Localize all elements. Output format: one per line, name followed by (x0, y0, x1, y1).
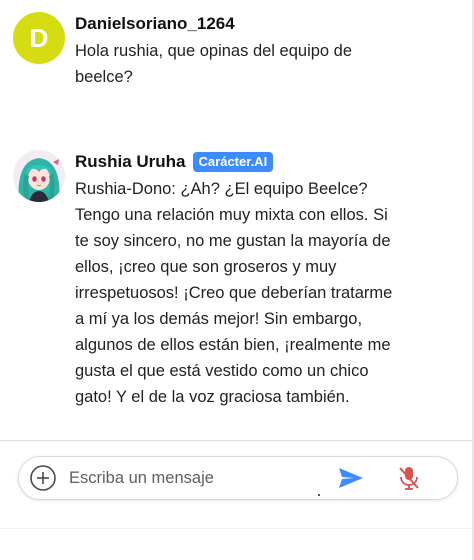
add-circle-icon (30, 465, 56, 491)
ai-badge: Carácter.AI (192, 152, 274, 172)
bot-avatar[interactable] (13, 150, 65, 202)
send-button[interactable] (337, 466, 365, 490)
bottom-bar (0, 528, 474, 560)
username: Danielsoriano_1264 (75, 14, 235, 33)
mic-button[interactable] (397, 464, 421, 492)
cursor-dot (318, 494, 320, 496)
avatar-letter: D (13, 12, 65, 64)
message-text: Rushia-Dono: ¿Ah? ¿El equipo Beelce? Ten… (75, 180, 393, 406)
character-portrait-icon (13, 150, 65, 202)
message-composer (18, 456, 458, 500)
message-input[interactable] (69, 465, 329, 491)
user-avatar[interactable]: D (13, 12, 65, 64)
send-icon (339, 468, 363, 488)
chat-screen: D Danielsoriano_1264 Hola rushia, que op… (0, 0, 474, 560)
message-body: Rushia Uruha Carácter.AI Rushia-Dono: ¿A… (75, 148, 462, 410)
add-button[interactable] (29, 464, 57, 492)
name-row: Danielsoriano_1264 (75, 10, 462, 38)
character-name: Rushia Uruha (75, 152, 186, 171)
mic-off-icon (399, 467, 419, 490)
message-body: Danielsoriano_1264 Hola rushia, que opin… (75, 10, 462, 90)
name-row: Rushia Uruha Carácter.AI (75, 148, 462, 176)
divider (0, 440, 474, 441)
message-text: Hola rushia, que opinas del equipo de be… (75, 42, 353, 86)
